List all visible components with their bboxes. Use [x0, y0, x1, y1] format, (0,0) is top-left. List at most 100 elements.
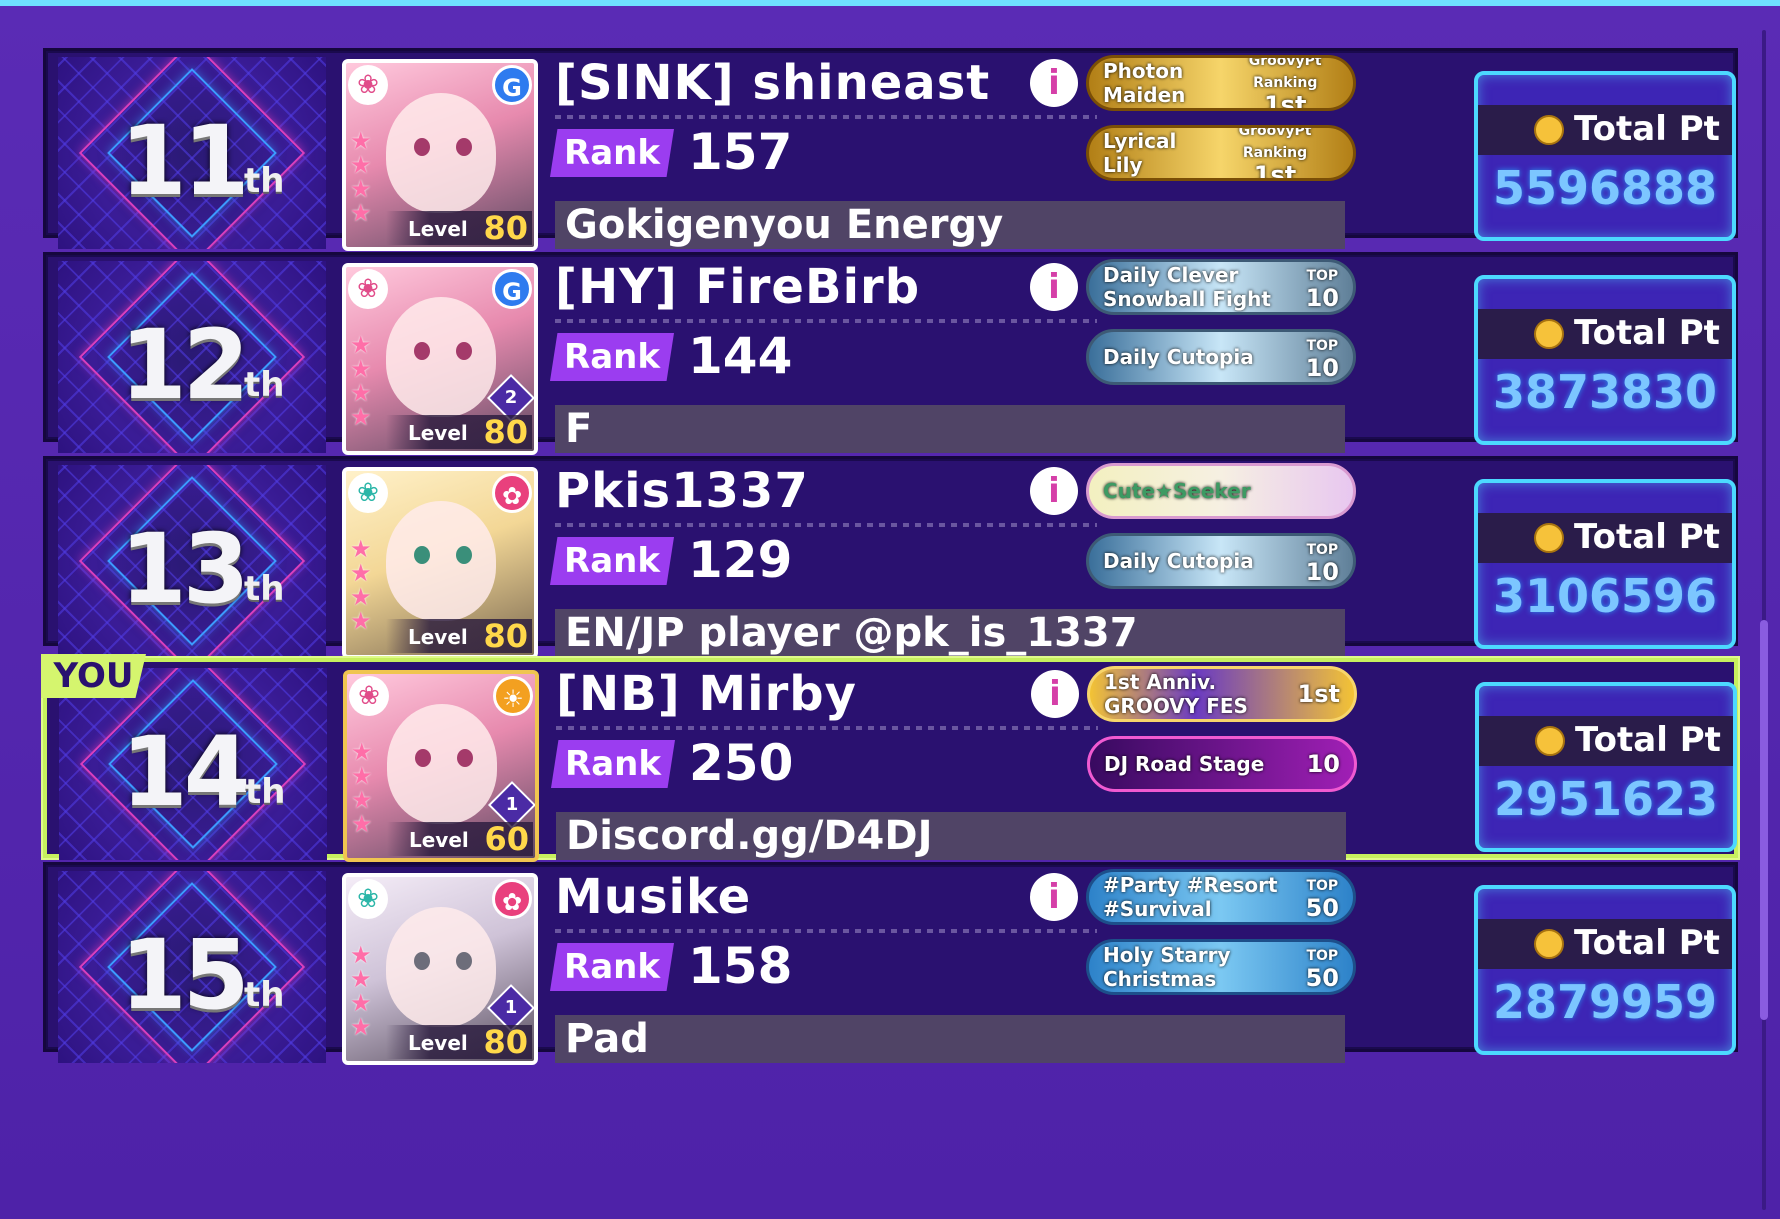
mastery-level: 2	[504, 387, 518, 408]
info-button[interactable]: i	[1030, 467, 1078, 515]
info-button[interactable]: i	[1030, 59, 1078, 107]
coin-icon	[1535, 726, 1565, 756]
player-rank-value: 250	[689, 734, 794, 792]
rank-position: 13	[120, 513, 250, 625]
coin-icon	[1534, 523, 1564, 553]
rank-position-panel: 15 th	[58, 871, 326, 1063]
level-label: Level	[408, 1031, 468, 1055]
title-badge[interactable]: Lyrical Lily GroovyPt Ranking 1st	[1086, 125, 1356, 181]
total-label-strip: Total Pt	[1478, 105, 1732, 155]
character-eye	[414, 546, 430, 564]
rarity-star-icon: ★	[350, 379, 372, 407]
level-label: Level	[409, 828, 469, 852]
badge-title: DJ Road Stage	[1104, 752, 1265, 776]
leader-card[interactable]: ❀ ✿ ★ ★ ★ ★ 1 Level 80	[342, 873, 538, 1065]
total-label-strip: Total Pt	[1478, 919, 1732, 969]
badge-title: Holy Starry Christmas	[1103, 943, 1231, 991]
leader-card[interactable]: ❀ ✿ ★ ★ ★ ★ Level 80	[342, 467, 538, 659]
ranking-row[interactable]: 14 th YOU ❀ ☀ ★ ★ ★ ★ 1 Level 60 [NB] Mirby…	[41, 654, 1738, 862]
total-points-label: Total Pt	[1574, 517, 1720, 557]
ranking-row[interactable]: 12 th ❀ G ★ ★ ★ ★ 2 Level 80 [HY] FireBirb …	[43, 252, 1738, 455]
total-label-strip: Total Pt	[1478, 309, 1732, 359]
rank-label: Rank	[550, 333, 674, 381]
player-comment: F	[555, 405, 1345, 453]
badge-place-value: 10	[1306, 750, 1340, 778]
title-badge[interactable]: Daily Cutopia TOP 10	[1086, 329, 1356, 385]
badge-title: Daily Clever Snowball Fight	[1103, 263, 1271, 311]
leader-card[interactable]: ❀ ☀ ★ ★ ★ ★ 1 Level 60	[343, 670, 539, 862]
badge-title: Photon Maiden	[1103, 59, 1186, 107]
you-badge: YOU	[41, 654, 146, 698]
badge-title: Lyrical Lily	[1103, 129, 1177, 177]
badge-place-value: 1st	[1253, 161, 1297, 181]
dotted-divider	[555, 319, 1097, 323]
total-label-strip: Total Pt	[1479, 716, 1733, 766]
rank-position: 12	[120, 309, 250, 421]
dotted-divider	[555, 523, 1097, 527]
rarity-stars: ★ ★ ★ ★	[350, 129, 376, 225]
badge-title: Daily Cutopia	[1103, 345, 1254, 369]
ranking-row[interactable]: 13 th ❀ ✿ ★ ★ ★ ★ Level 80 Pkis1337 i Rank …	[43, 456, 1738, 659]
player-rank-value: 157	[688, 123, 793, 181]
total-points-value: 3106596	[1492, 569, 1718, 623]
level-label: Level	[408, 421, 468, 445]
rarity-star-icon: ★	[351, 738, 373, 766]
title-badge[interactable]: #Party #Resort #Survival TOP 50	[1086, 869, 1356, 925]
total-points-panel: Total Pt 2879959	[1474, 885, 1736, 1055]
badge-place-value: 1st	[1263, 91, 1307, 111]
rarity-stars: ★ ★ ★ ★	[350, 537, 376, 633]
rarity-star-icon: ★	[350, 175, 372, 203]
title-badge[interactable]: Cute★Seeker	[1086, 463, 1356, 519]
info-button[interactable]: i	[1030, 263, 1078, 311]
title-badge[interactable]: 1st Anniv. GROOVY FES 1st	[1087, 666, 1357, 722]
title-badge[interactable]: Daily Clever Snowball Fight TOP 10	[1086, 259, 1356, 315]
total-points-label: Total Pt	[1574, 313, 1720, 353]
character-portrait	[386, 907, 496, 1027]
player-comment: EN/JP player @pk_is_1337	[555, 609, 1345, 657]
badge-place: 10	[1306, 750, 1340, 778]
total-points-label: Total Pt	[1574, 109, 1720, 149]
rarity-star-icon: ★	[351, 810, 373, 838]
rank-label: Rank	[550, 537, 674, 585]
badge-place: GroovyPt Ranking 1st	[1211, 128, 1339, 181]
badge-place-value: 10	[1305, 284, 1339, 312]
rank-position-panel: 13 th	[58, 465, 326, 657]
info-button[interactable]: i	[1030, 873, 1078, 921]
rank-position: 15	[120, 919, 250, 1031]
title-badge[interactable]: Holy Starry Christmas TOP 50	[1086, 939, 1356, 995]
level-label: Level	[408, 625, 468, 649]
character-eye	[456, 138, 472, 156]
rarity-star-icon: ★	[351, 762, 373, 790]
player-comment: Discord.gg/D4DJ	[556, 812, 1346, 860]
badge-title: Cute★Seeker	[1103, 479, 1251, 503]
dotted-divider	[556, 726, 1098, 730]
title-badge[interactable]: Photon Maiden GroovyPt Ranking 1st	[1086, 55, 1356, 111]
leader-card[interactable]: ❀ G ★ ★ ★ ★ 2 Level 80	[342, 263, 538, 455]
ranking-row[interactable]: 15 th ❀ ✿ ★ ★ ★ ★ 1 Level 80 Musike i Rank …	[43, 862, 1738, 1065]
info-button[interactable]: i	[1031, 670, 1079, 718]
rarity-star-icon: ★	[350, 965, 372, 993]
level-value: 80	[483, 209, 528, 247]
badge-place: TOP 10	[1305, 539, 1339, 586]
player-name: [SINK] shineast	[555, 55, 991, 111]
title-badge[interactable]: Daily Cutopia TOP 10	[1086, 533, 1356, 589]
badge-place: 1st	[1298, 682, 1340, 706]
character-portrait	[387, 704, 497, 824]
title-badge[interactable]: DJ Road Stage 10	[1087, 736, 1357, 792]
attribute-icon: ❀	[348, 473, 388, 513]
leader-card[interactable]: ❀ G ★ ★ ★ ★ Level 80	[342, 59, 538, 251]
total-label-strip: Total Pt	[1478, 513, 1732, 563]
rank-position-suffix: th	[244, 975, 285, 1015]
pink-ribbon-icon: ✿	[492, 473, 532, 513]
ranking-row[interactable]: 11 th ❀ G ★ ★ ★ ★ Level 80 [SINK] shineast …	[43, 48, 1738, 251]
rarity-star-icon: ★	[350, 989, 372, 1017]
coin-icon	[1534, 319, 1564, 349]
scrollbar-thumb[interactable]	[1760, 620, 1768, 1020]
badge-place-value: 10	[1305, 558, 1339, 586]
level-value: 80	[483, 1023, 528, 1061]
player-rank-value: 158	[688, 937, 793, 995]
character-portrait	[386, 297, 496, 417]
rarity-star-icon: ★	[350, 559, 372, 587]
rarity-star-icon: ★	[350, 583, 372, 611]
rarity-stars: ★ ★ ★ ★	[350, 943, 376, 1039]
